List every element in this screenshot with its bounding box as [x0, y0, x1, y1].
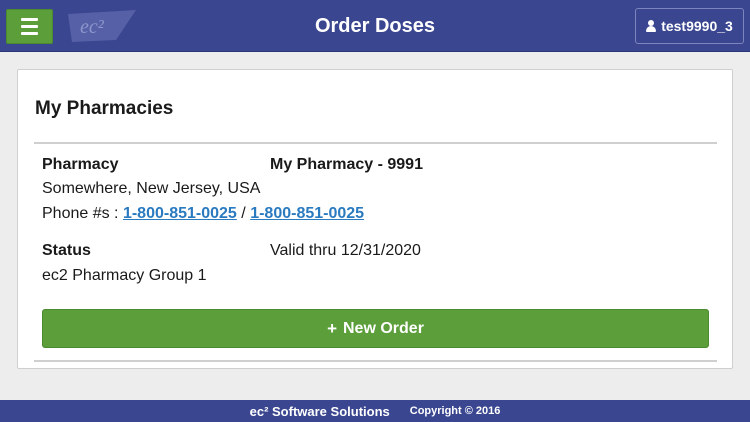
footer-brand: ec² Software Solutions: [249, 403, 390, 419]
divider: [34, 142, 717, 144]
new-order-label: New Order: [343, 319, 424, 337]
pharmacy-location: Somewhere, New Jersey, USA: [42, 180, 261, 197]
status-value: Valid thru 12/31/2020: [270, 242, 421, 259]
card-title: My Pharmacies: [35, 98, 174, 119]
user-account-button[interactable]: test9990_3: [635, 8, 744, 44]
phone-label: Phone #s :: [42, 205, 119, 222]
phone-row: Phone #s : 1-800-851-0025 / 1-800-851-00…: [42, 205, 364, 223]
new-order-button[interactable]: + New Order: [42, 309, 709, 348]
pharmacy-label: Pharmacy: [42, 156, 119, 173]
status-label: Status: [42, 242, 91, 259]
phone-link-1[interactable]: 1-800-851-0025: [123, 205, 237, 222]
footer-copyright: Copyright © 2016: [409, 405, 501, 417]
divider: [34, 360, 717, 362]
top-bar: ec² Order Doses test9990_3: [0, 0, 750, 52]
footer: ec² Software Solutions Copyright © 2016: [0, 400, 750, 422]
pharmacy-group: ec2 Pharmacy Group 1: [42, 267, 207, 284]
user-icon: [646, 20, 657, 32]
phone-separator: /: [241, 205, 246, 222]
phone-link-2[interactable]: 1-800-851-0025: [250, 205, 364, 222]
plus-icon: +: [327, 319, 337, 338]
username-label: test9990_3: [661, 18, 733, 34]
pharmacy-name: My Pharmacy - 9991: [270, 156, 423, 173]
pharmacies-card: My Pharmacies Pharmacy My Pharmacy - 999…: [17, 69, 733, 369]
